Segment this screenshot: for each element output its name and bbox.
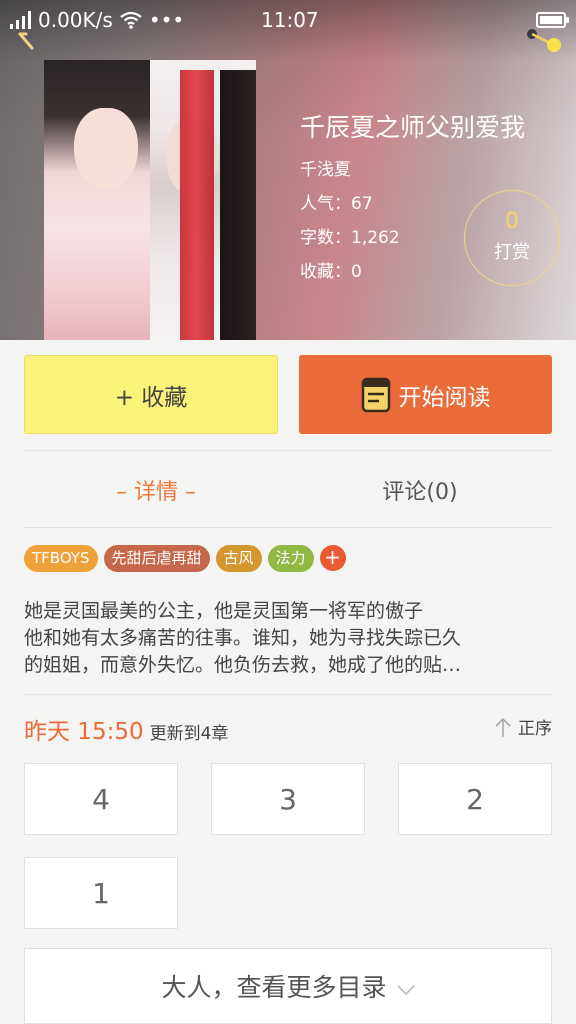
update-text: 更新到4章 bbox=[149, 724, 229, 744]
chapter-button[interactable]: 2 bbox=[398, 763, 552, 835]
arrow-up-icon bbox=[495, 717, 511, 737]
word-count-value: 1,262 bbox=[351, 228, 400, 248]
chevron-down-icon bbox=[396, 985, 415, 996]
description-line: 他和她有太多痛苦的往事。谁知，她为寻找失踪已久 bbox=[24, 627, 462, 649]
more-dots: ••• bbox=[148, 8, 185, 32]
update-info: 昨天 15:50 更新到4章 bbox=[24, 712, 228, 746]
reward-count: 0 bbox=[505, 209, 519, 234]
book-title: 千辰夏之师父别爱我 bbox=[300, 113, 526, 142]
tab-comments[interactable]: 评论(0) bbox=[288, 451, 552, 529]
chapter-button[interactable]: 4 bbox=[24, 763, 178, 835]
description-line: 她是灵国最美的公主，他是灵国第一将军的傲子 bbox=[24, 600, 424, 622]
detail-tabs: – 详情 – 评论(0) bbox=[24, 450, 552, 528]
tag-list: TFBOYS 先甜后虐再甜 古风 法力 + bbox=[24, 545, 346, 572]
start-reading-button[interactable]: 开始阅读 bbox=[299, 355, 552, 434]
chapter-button[interactable]: 1 bbox=[24, 857, 178, 929]
signal-icon bbox=[10, 11, 31, 29]
status-bar: 0.00K/s ••• 11:07 bbox=[0, 0, 576, 40]
tag-item[interactable]: 古风 bbox=[215, 545, 262, 572]
wifi-icon bbox=[120, 11, 142, 29]
reward-label: 打赏 bbox=[494, 242, 530, 263]
popularity-value: 67 bbox=[351, 194, 373, 214]
network-speed: 0.00K/s bbox=[38, 8, 113, 32]
book-cover[interactable] bbox=[44, 60, 256, 340]
word-count-label: 字数： bbox=[300, 228, 351, 248]
tag-item[interactable]: 先甜后虐再甜 bbox=[103, 545, 210, 572]
divider bbox=[24, 694, 552, 695]
favorites-label: 收藏： bbox=[300, 262, 351, 282]
tab-details[interactable]: – 详情 – bbox=[24, 451, 288, 529]
book-description[interactable]: 她是灵国最美的公主，他是灵国第一将军的傲子 他和她有太多痛苦的往事。谁知，她为寻… bbox=[24, 598, 552, 679]
sort-toggle[interactable]: 正序 bbox=[494, 714, 552, 739]
chapter-button[interactable]: 3 bbox=[211, 763, 365, 835]
tag-item[interactable]: TFBOYS bbox=[24, 545, 98, 572]
book-author[interactable]: 千浅夏 bbox=[300, 158, 525, 182]
collect-button[interactable]: + 收藏 bbox=[24, 355, 278, 434]
back-arrow-icon[interactable] bbox=[16, 30, 44, 52]
more-chapters-button[interactable]: 大人，查看更多目录 bbox=[24, 948, 552, 1024]
book-header: 0.00K/s ••• 11:07 千辰夏之师父别爱我 千浅夏 人气：67 字数… bbox=[0, 0, 576, 340]
favorites-value: 0 bbox=[351, 262, 362, 282]
book-icon bbox=[361, 377, 390, 412]
popularity-label: 人气： bbox=[300, 194, 351, 214]
start-reading-label: 开始阅读 bbox=[398, 384, 491, 411]
description-line: 的姐姐，而意外失忆。他负伤去救，她成了他的贴… bbox=[24, 654, 462, 676]
share-icon[interactable] bbox=[524, 26, 566, 56]
more-chapters-label: 大人，查看更多目录 bbox=[161, 973, 387, 1002]
sort-label: 正序 bbox=[518, 719, 552, 739]
tag-item[interactable]: 法力 bbox=[267, 545, 314, 572]
status-left: 0.00K/s ••• bbox=[10, 8, 184, 32]
add-tag-button[interactable]: + bbox=[319, 545, 346, 571]
status-time: 11:07 bbox=[261, 8, 319, 32]
reward-button[interactable]: 0 打赏 bbox=[464, 190, 560, 286]
update-time: 昨天 15:50 bbox=[24, 719, 144, 745]
